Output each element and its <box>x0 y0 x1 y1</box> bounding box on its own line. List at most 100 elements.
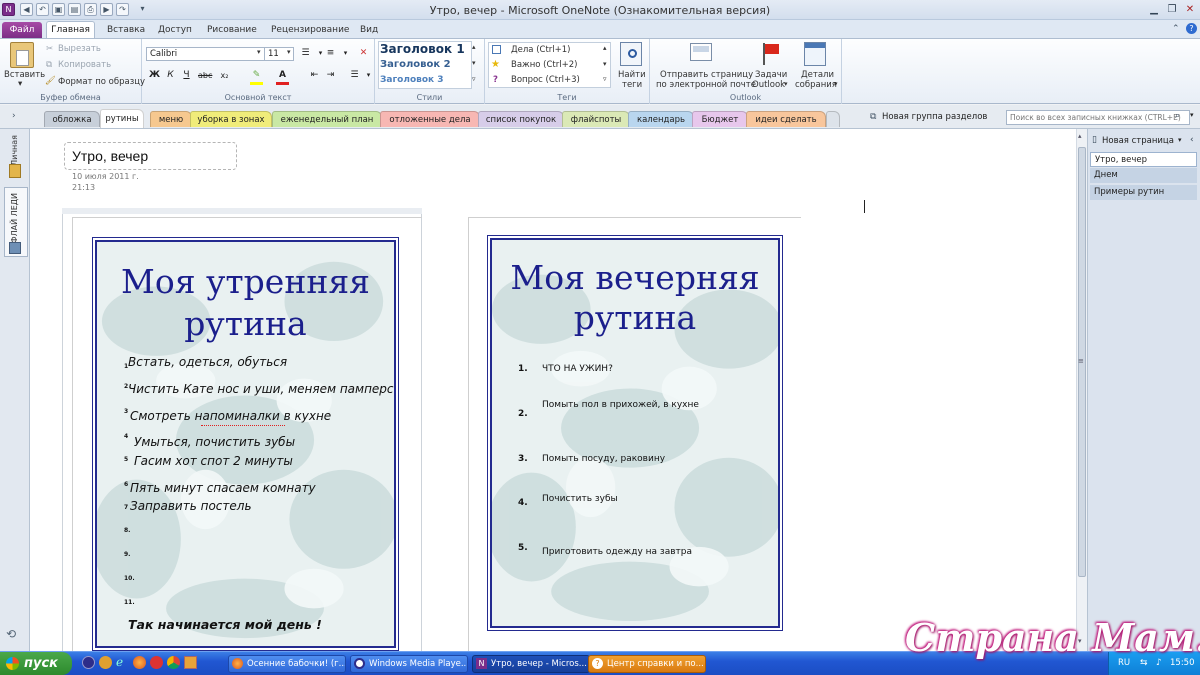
meeting-details-label-1[interactable]: Детали <box>801 70 834 80</box>
new-section-group-button[interactable]: Новая группа разделов <box>882 112 987 122</box>
evening-routine-card[interactable]: Моя вечерняя рутина 1. ЧТО НА УЖИН? 2. П… <box>487 235 783 631</box>
search-dropdown-icon[interactable]: ▾ <box>1190 111 1194 119</box>
section-group-icon[interactable]: ⧉ <box>870 112 876 122</box>
new-page-button[interactable]: Новая страница <box>1102 136 1174 146</box>
bullets-icon[interactable]: ☰ <box>299 47 312 60</box>
cut-icon[interactable]: ✂ <box>46 44 53 54</box>
quicklaunch-chrome-icon[interactable] <box>167 656 180 669</box>
email-page-label-1[interactable]: Отправить страницу <box>660 70 753 80</box>
font-size-dropdown-icon[interactable]: ▾ <box>287 48 291 56</box>
collapse-panel-icon[interactable]: ‹ <box>1190 135 1194 145</box>
section-tab-shopping-list[interactable]: список покупок <box>478 111 564 127</box>
section-tab-ideas[interactable]: идеи сделать <box>746 111 826 127</box>
outlook-tasks-label-2[interactable]: Outlook <box>752 80 785 90</box>
styles-scroll-down-icon[interactable]: ▾ <box>472 59 476 67</box>
restore-icon[interactable]: ❐ <box>1164 3 1180 17</box>
subscript-icon[interactable]: x₂ <box>218 69 231 82</box>
numbering-icon[interactable]: ≡ <box>324 47 337 60</box>
bold-icon[interactable]: Ж <box>148 69 161 82</box>
tags-scroll-down-icon[interactable]: ▾ <box>603 60 607 68</box>
email-page-icon[interactable] <box>690 43 712 61</box>
quicklaunch-ie-icon[interactable]: ℯ <box>116 656 129 669</box>
page-item[interactable]: Примеры рутин <box>1090 185 1197 200</box>
notebook-flylady[interactable]: ФЛАЙ ЛЕДИ <box>10 193 19 243</box>
section-tab-cover[interactable]: обложка <box>44 111 100 127</box>
start-button[interactable]: пуск <box>0 652 72 675</box>
search-icon[interactable]: ⌕ <box>1175 111 1180 121</box>
outlook-tasks-label-1[interactable]: Задачи <box>755 70 787 80</box>
scroll-up-icon[interactable]: ▴ <box>1078 132 1082 140</box>
quicklaunch-firefox-icon[interactable] <box>133 656 146 669</box>
email-page-label-2[interactable]: по электронной почте <box>656 80 756 90</box>
page-item-active[interactable]: Утро, вечер <box>1090 152 1197 167</box>
nav-expand-icon[interactable]: › <box>12 111 16 121</box>
morning-routine-card[interactable]: Моя утренняя рутина 1 Встать, одеться, о… <box>92 237 399 651</box>
close-icon[interactable]: ✕ <box>1182 3 1198 17</box>
notebook-flylady-icon[interactable] <box>9 242 21 254</box>
notebook-personal-icon[interactable] <box>9 164 21 178</box>
minimize-icon[interactable]: ▁ <box>1146 3 1162 17</box>
highlight-icon[interactable]: ✎ <box>250 69 263 82</box>
cut-button[interactable]: Вырезать <box>58 44 101 54</box>
taskbar-button-help-center[interactable]: ? Центр справки и по... <box>588 655 706 673</box>
tag-important[interactable]: Важно (Ctrl+2) <box>511 60 577 70</box>
quicklaunch-folder-icon[interactable] <box>184 656 197 669</box>
unfiled-notes-icon[interactable]: ⟲ <box>6 627 16 641</box>
font-dropdown-icon[interactable]: ▾ <box>257 48 261 56</box>
copy-button[interactable]: Копировать <box>58 60 111 70</box>
section-tab-routines[interactable]: рутины <box>100 109 144 128</box>
copy-icon[interactable]: ⧉ <box>46 60 52 70</box>
tags-scroll-up-icon[interactable]: ▴ <box>603 44 607 52</box>
section-tab-budget[interactable]: Бюджет <box>692 111 748 127</box>
new-section-tab[interactable] <box>826 111 840 127</box>
styles-scroll-up-icon[interactable]: ▴ <box>472 43 476 51</box>
tab-file[interactable]: Файл <box>2 22 42 38</box>
outlook-tasks-flag-icon[interactable] <box>761 43 779 65</box>
quicklaunch-opera-icon[interactable] <box>150 656 163 669</box>
note-container-handle[interactable] <box>62 208 422 214</box>
section-tab-menu[interactable]: меню <box>150 111 192 127</box>
align-dropdown-icon[interactable]: ▾ <box>362 69 375 82</box>
format-painter-icon[interactable]: 🖌 <box>45 76 56 86</box>
align-icon[interactable]: ☰ <box>348 69 361 82</box>
section-tab-calendar[interactable]: календарь <box>628 111 694 127</box>
notebook-personal[interactable]: Личная <box>10 135 19 166</box>
increase-indent-icon[interactable]: ⇥ <box>324 69 337 82</box>
paste-button[interactable]: Вставить <box>4 70 45 80</box>
find-tags-icon[interactable] <box>620 42 642 66</box>
find-tags-label-1[interactable]: Найти <box>618 70 646 80</box>
strikethrough-icon[interactable]: abc <box>198 69 212 82</box>
page-scrollbar[interactable]: ▴ ≡ ▾ <box>1076 129 1087 651</box>
paste-dropdown-icon[interactable]: ▾ <box>18 79 22 89</box>
underline-icon[interactable]: Ч <box>180 69 193 82</box>
font-color-icon[interactable]: A <box>276 69 289 82</box>
tab-draw[interactable]: Рисование <box>207 22 257 38</box>
tab-review[interactable]: Рецензирование <box>271 22 349 38</box>
help-icon[interactable]: ? <box>1186 23 1197 34</box>
find-tags-label-2[interactable]: теги <box>622 80 642 90</box>
meeting-details-dropdown-icon[interactable]: ▾ <box>834 80 838 88</box>
tags-more-icon[interactable]: ▿ <box>603 75 607 83</box>
meeting-details-icon[interactable] <box>804 42 826 66</box>
style-heading3[interactable]: Заголовок 3 <box>380 75 444 85</box>
styles-more-icon[interactable]: ▿ <box>472 75 476 83</box>
taskbar-button-media-player[interactable]: Windows Media Playe... <box>350 655 468 673</box>
page-item[interactable]: Днем <box>1090 168 1197 183</box>
font-name-field[interactable]: Calibri <box>146 47 266 61</box>
ribbon-collapse-icon[interactable]: ⌃ <box>1172 24 1180 34</box>
style-heading1[interactable]: Заголовок 1 <box>380 42 465 56</box>
taskbar-button-onenote-active[interactable]: N Утро, вечер - Micros... <box>472 655 590 673</box>
outlook-tasks-dropdown-icon[interactable]: ▾ <box>784 80 788 88</box>
section-tab-postponed[interactable]: отложенные дела <box>380 111 480 127</box>
section-tab-hotspots[interactable]: флайспоты <box>562 111 630 127</box>
quicklaunch-media-icon[interactable] <box>82 656 95 669</box>
start-label[interactable]: пуск <box>24 656 58 671</box>
tab-insert[interactable]: Вставка <box>107 22 145 38</box>
meeting-details-label-2[interactable]: собрания <box>795 80 837 90</box>
section-tab-weekly-plan[interactable]: еженедельный план <box>272 111 382 127</box>
section-tab-zone-cleaning[interactable]: уборка в зонах <box>190 111 272 127</box>
tag-todo[interactable]: Дела (Ctrl+1) <box>511 45 571 55</box>
decrease-indent-icon[interactable]: ⇤ <box>308 69 321 82</box>
numbering-dropdown-icon[interactable]: ▾ <box>339 47 352 60</box>
new-page-dropdown-icon[interactable]: ▾ <box>1178 136 1182 144</box>
